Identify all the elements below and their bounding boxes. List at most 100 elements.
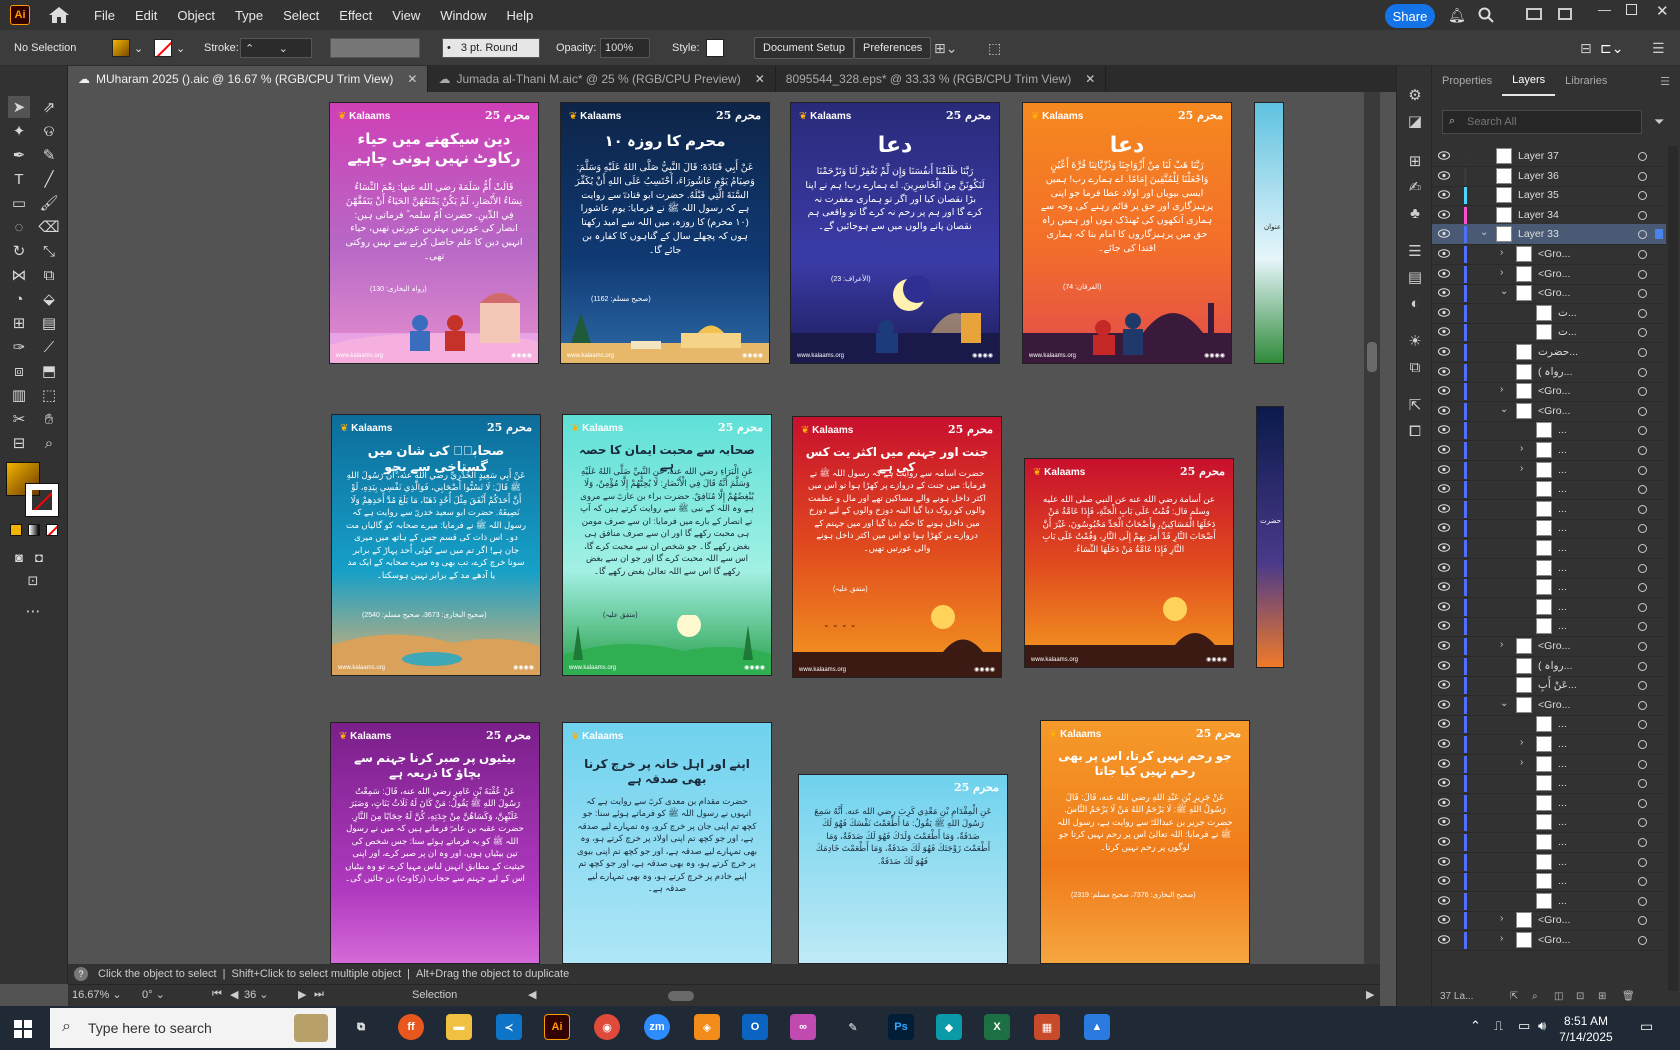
file-explorer-icon[interactable]: ▬: [446, 1014, 472, 1040]
draw-behind-icon[interactable]: ◘: [28, 546, 50, 568]
share-button[interactable]: Share: [1385, 4, 1435, 28]
workspace-icon[interactable]: [1558, 8, 1572, 20]
layer-row[interactable]: ⌄ <Gro...: [1432, 401, 1666, 422]
selection-indicator[interactable]: [1655, 229, 1663, 240]
target-icon[interactable]: [1638, 759, 1647, 769]
target-icon[interactable]: [1638, 308, 1647, 318]
target-icon[interactable]: [1638, 250, 1647, 259]
magic-wand-tool-icon[interactable]: ✦: [8, 120, 30, 142]
collapse-arrow-icon[interactable]: ⌄: [1500, 286, 1508, 297]
target-icon[interactable]: [1638, 446, 1647, 455]
expand-arrow-icon[interactable]: ›: [1500, 247, 1503, 258]
layers-search-input[interactable]: ⌕ Search All: [1442, 110, 1642, 134]
target-icon[interactable]: [1638, 152, 1647, 161]
target-icon[interactable]: [1638, 622, 1647, 632]
layer-row[interactable]: ...: [1432, 538, 1666, 559]
zoom-field[interactable]: 16.67% ⌄: [72, 988, 132, 1001]
layer-row[interactable]: Layer 34: [1432, 205, 1666, 226]
visibility-eye-icon[interactable]: [1438, 856, 1450, 866]
line-tool-icon[interactable]: ╱: [38, 168, 60, 190]
artboard[interactable]: Kalaams محرم 25 صحابہ سے محبت ایمان کا ح…: [562, 414, 772, 676]
draw-mode-icon[interactable]: ◙: [8, 546, 30, 568]
artboard[interactable]: Kalaams محرم 25 بیٹیوں پر صبر کرنا جہنم …: [330, 722, 540, 964]
target-icon[interactable]: [1638, 700, 1647, 710]
layer-row[interactable]: ( رواہ...: [1432, 362, 1666, 383]
visibility-eye-icon[interactable]: [1438, 562, 1450, 572]
visibility-eye-icon[interactable]: [1438, 503, 1450, 513]
last-artboard-icon[interactable]: ⏭: [314, 988, 324, 1001]
symbols-icon[interactable]: ♣: [1404, 202, 1426, 224]
layer-row[interactable]: عَنْ أَبِ...: [1432, 675, 1666, 697]
layer-row[interactable]: ...: [1432, 479, 1666, 501]
tab-jumada[interactable]: ☁ Jumada al-Thani M.aic* @ 25 % (RGB/CPU …: [428, 66, 776, 92]
expand-arrow-icon[interactable]: ›: [1500, 639, 1503, 650]
layer-row[interactable]: ...: [1432, 616, 1666, 638]
brushes-icon[interactable]: ✍: [1404, 176, 1426, 198]
layer-row[interactable]: ›...: [1432, 754, 1666, 775]
layer-row[interactable]: ...: [1432, 812, 1666, 834]
home-icon[interactable]: [48, 6, 70, 24]
target-icon[interactable]: [1638, 661, 1647, 671]
windows-start-icon[interactable]: [14, 1020, 32, 1038]
direct-selection-tool-icon[interactable]: ⇗: [38, 96, 60, 118]
width-tool-icon[interactable]: ⋈: [8, 264, 30, 286]
visibility-eye-icon[interactable]: [1438, 229, 1450, 239]
first-artboard-icon[interactable]: ⏮: [212, 988, 222, 1001]
tray-chevron-icon[interactable]: ⌃: [1470, 1018, 1481, 1034]
target-icon[interactable]: [1638, 896, 1647, 906]
target-icon[interactable]: [1638, 191, 1647, 201]
search-icon[interactable]: [1478, 7, 1494, 23]
export-icon[interactable]: ⇱: [1404, 394, 1426, 416]
clipping-mask-icon[interactable]: ◫: [1554, 991, 1563, 1002]
notifications-icon[interactable]: ▭: [1640, 1018, 1653, 1035]
none-mode-icon[interactable]: [46, 524, 58, 536]
print-tiling-tool-icon[interactable]: ⊟: [8, 432, 30, 454]
target-icon[interactable]: [1638, 916, 1647, 926]
illustrator-taskbar-icon[interactable]: Ai: [544, 1014, 570, 1040]
recolor-icon[interactable]: ⬚: [988, 38, 1001, 58]
target-icon[interactable]: [1638, 524, 1647, 534]
display-icon[interactable]: ▭: [1518, 1018, 1530, 1034]
mesh-tool-icon[interactable]: ⊞: [8, 312, 30, 334]
free-transform-tool-icon[interactable]: ⧉: [38, 264, 60, 286]
preferences-button[interactable]: Preferences: [854, 37, 932, 59]
layer-row[interactable]: › <Gro...: [1432, 930, 1666, 951]
layer-row[interactable]: ⌄ <Gro...: [1432, 695, 1666, 716]
artboard-partial[interactable]: عنوان: [1254, 102, 1284, 364]
artboard[interactable]: محرم 25 عَنِ الْمِقْدَامِ بْنِ مَعْدِي ك…: [798, 774, 1008, 964]
scroll-left-icon[interactable]: ◀: [528, 988, 536, 1001]
slice-tool-icon[interactable]: ✂: [8, 408, 30, 430]
visibility-eye-icon[interactable]: [1438, 895, 1450, 905]
menu-window[interactable]: Window: [440, 8, 486, 23]
expand-arrow-icon[interactable]: ›: [1520, 737, 1523, 748]
target-icon[interactable]: [1638, 426, 1647, 436]
close-tab-icon[interactable]: ✕: [755, 72, 765, 86]
layer-row[interactable]: ...: [1432, 832, 1666, 853]
layer-row[interactable]: حضرت...: [1432, 342, 1666, 363]
visibility-eye-icon[interactable]: [1438, 641, 1450, 650]
visibility-eye-icon[interactable]: [1438, 386, 1450, 395]
visibility-eye-icon[interactable]: [1438, 307, 1450, 317]
visibility-eye-icon[interactable]: [1438, 739, 1450, 748]
curvature-tool-icon[interactable]: ✎: [38, 144, 60, 166]
layer-row[interactable]: ...: [1432, 558, 1666, 579]
visibility-eye-icon[interactable]: [1438, 621, 1450, 631]
visibility-eye-icon[interactable]: [1438, 445, 1450, 454]
menu-effect[interactable]: Effect: [339, 8, 372, 23]
horizontal-scrollbar-thumb[interactable]: [668, 991, 694, 1001]
scroll-right-icon[interactable]: ▶: [1366, 988, 1374, 1001]
layer-row[interactable]: ( رواہ...: [1432, 656, 1666, 677]
expand-arrow-icon[interactable]: ›: [1500, 933, 1503, 944]
stroke-weight-field[interactable]: ⌃ ⌄: [240, 38, 312, 58]
more-tools-icon[interactable]: ⋯: [22, 600, 44, 622]
panel-menu-icon[interactable]: ☰: [1650, 66, 1680, 96]
target-icon[interactable]: [1638, 602, 1647, 612]
zoom-app-icon[interactable]: zm: [644, 1014, 670, 1040]
menu-view[interactable]: View: [392, 8, 420, 23]
color-panel-icon[interactable]: ☀: [1404, 330, 1426, 352]
transparency-icon[interactable]: ◐: [1404, 292, 1426, 314]
visibility-eye-icon[interactable]: [1438, 680, 1450, 689]
collapse-arrow-icon[interactable]: ⌄: [1500, 404, 1508, 415]
layer-row[interactable]: ...: [1432, 852, 1666, 873]
visibility-eye-icon[interactable]: [1438, 190, 1450, 199]
